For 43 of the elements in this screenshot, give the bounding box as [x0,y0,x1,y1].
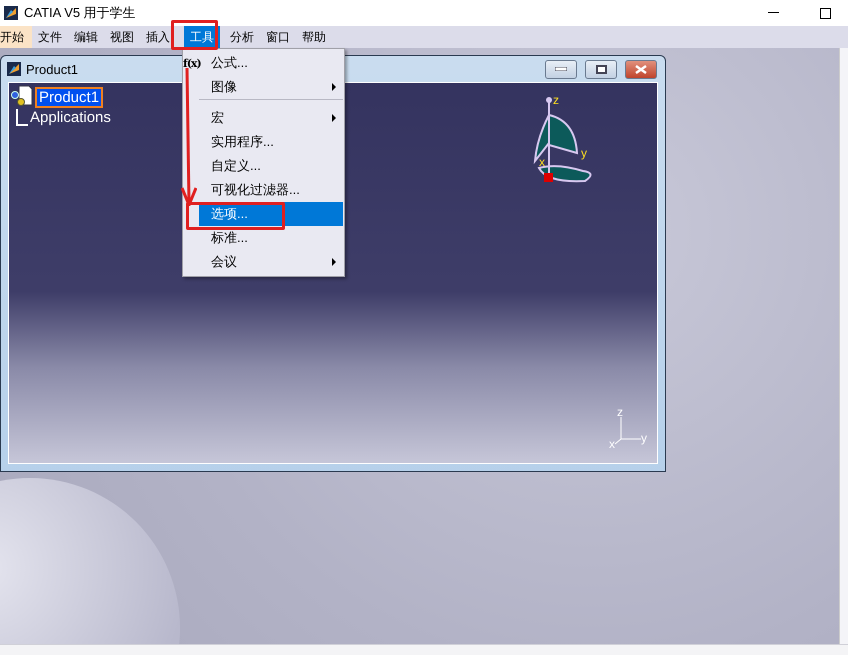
maximize-icon[interactable] [820,8,830,18]
compass-drawing: z y x [517,93,617,205]
menu-item[interactable]: 窗口 [260,26,296,48]
menu-option[interactable]: 可视化过滤器... [199,178,343,202]
menu-option[interactable]: 图像 [199,75,343,100]
minimize-button[interactable] [545,60,577,78]
menu-option[interactable]: 宏 [199,106,343,130]
tree-node[interactable]: Applications [28,109,113,126]
menu-option[interactable]: 会议 [199,250,343,274]
document-title: Product1 [26,62,78,76]
menu-item[interactable]: 插入 [140,26,176,48]
menu-item[interactable]: 视图 [104,26,140,48]
restore-icon [596,64,606,74]
axis-label: z [617,407,623,419]
menu-option[interactable]: 标准... [199,226,343,250]
menu-item[interactable]: 开始 [0,26,32,48]
scrollbar[interactable] [839,48,848,645]
tree-connector-icon [16,109,28,126]
menu-option[interactable]: 自定义... [199,154,343,178]
close-button[interactable] [625,60,657,78]
highlight-frame [171,20,218,50]
formula-icon: f(x) [183,56,199,70]
document-icon [7,62,21,76]
menu-item[interactable]: 帮助 [296,26,332,48]
menu-option[interactable]: 实用程序... [199,130,343,154]
menu-item[interactable]: 分析 [224,26,260,48]
close-icon [635,64,647,74]
submenu-arrow-icon [332,83,336,91]
axis-label: x [609,437,615,449]
submenu-arrow-icon [332,114,336,122]
minimize-icon [555,67,567,71]
menu-option[interactable]: 选项... [199,202,343,226]
tree-node[interactable]: Product1 [35,86,104,108]
window-title: CATIA V5 用于学生 [24,4,136,22]
product-icon [11,85,33,109]
app-logo-icon [4,6,18,20]
menu-item[interactable]: 编辑 [68,26,104,48]
minimize-icon[interactable] [768,12,778,14]
restore-button[interactable] [585,60,617,78]
axis-label: y [641,431,647,445]
axis-triad-icon [614,416,642,444]
menu-item[interactable]: 文件 [32,26,68,48]
submenu-arrow-icon [332,258,336,266]
